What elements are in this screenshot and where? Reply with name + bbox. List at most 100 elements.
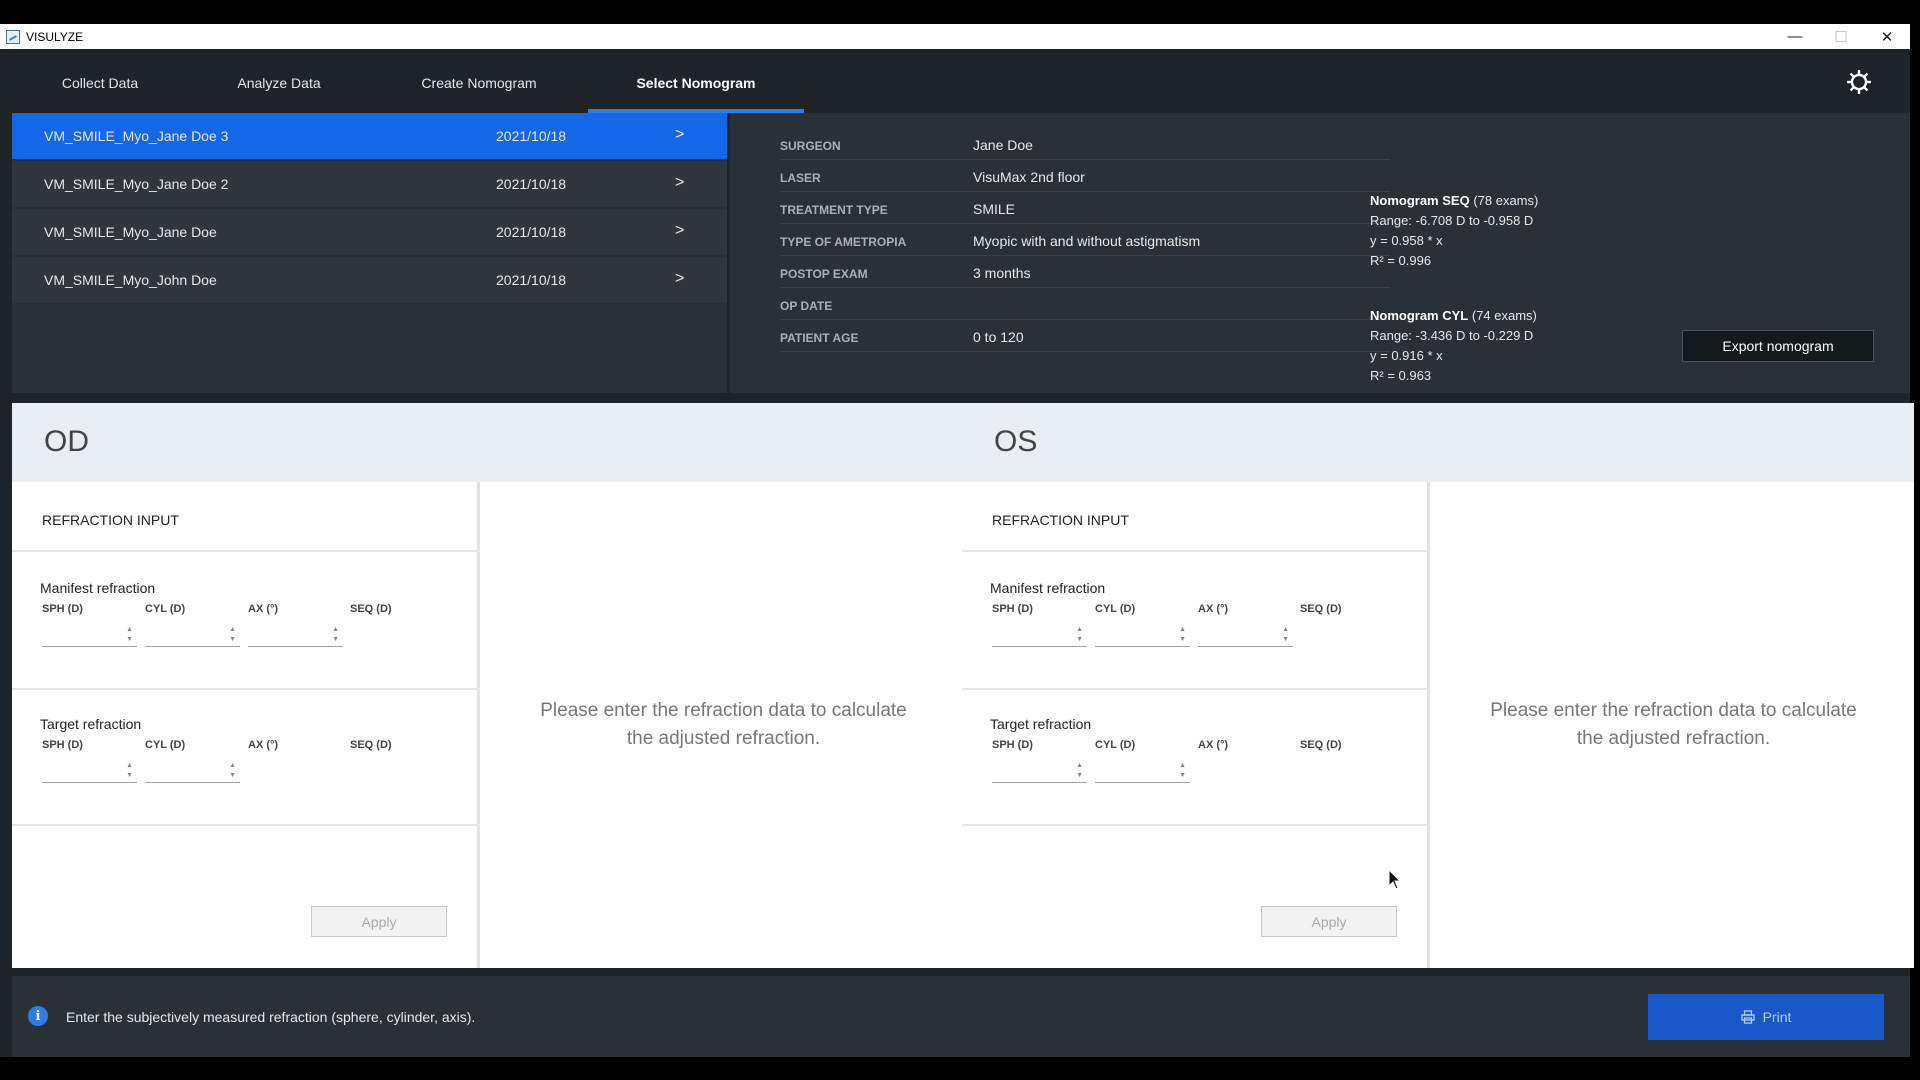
eye-title: OD: [44, 425, 89, 458]
close-icon[interactable]: ✕: [1864, 24, 1910, 49]
nomogram-list: VM_SMILE_Myo_Jane Doe 3 2021/10/18 > VM_…: [12, 113, 727, 393]
info-icon: i: [28, 1006, 48, 1026]
nomogram-date: 2021/10/18: [496, 128, 567, 144]
tab-select-nomogram[interactable]: Select Nomogram: [588, 49, 804, 113]
col-cyl-label: CYL (D): [1095, 603, 1136, 615]
manifest-sph-stepper[interactable]: ▲ ▼: [42, 623, 137, 647]
detail-label: PATIENT AGE: [780, 331, 859, 345]
target-sph-stepper[interactable]: ▲ ▼: [992, 759, 1087, 783]
window-titlebar: VISULYZE — ☐ ✕: [0, 24, 1910, 49]
detail-label: TYPE OF AMETROPIA: [780, 235, 907, 249]
main-nav: Collect Data Analyze Data Create Nomogra…: [0, 49, 1910, 113]
detail-value: 0 to 120: [973, 329, 1024, 345]
col-sph-label: SPH (D): [42, 603, 83, 615]
target-cyl-stepper[interactable]: ▲ ▼: [1095, 759, 1190, 783]
app-icon: [6, 29, 20, 44]
detail-row-surgeon: SURGEON Jane Doe: [780, 129, 1390, 160]
result-placeholder-message: Please enter the refraction data to calc…: [1490, 700, 1857, 749]
nomogram-date: 2021/10/18: [496, 272, 567, 288]
nomogram-seq-info: Nomogram SEQ (78 exams) Range: -6.708 D …: [1370, 191, 1538, 271]
nomogram-row[interactable]: VM_SMILE_Myo_John Doe 2021/10/18 >: [12, 257, 727, 303]
apply-button[interactable]: Apply: [311, 906, 447, 937]
manifest-ax-stepper[interactable]: ▲ ▼: [248, 623, 343, 647]
detail-row-treatment-type: TREATMENT TYPE SMILE: [780, 193, 1390, 224]
detail-value: Myopic with and without astigmatism: [973, 233, 1201, 249]
eye-panel-header: OD: [12, 403, 964, 482]
maximize-icon[interactable]: ☐: [1818, 24, 1864, 49]
col-seq-label: SEQ (D): [1300, 603, 1342, 615]
detail-value: Jane Doe: [973, 137, 1033, 153]
settings-gear-icon[interactable]: [1846, 69, 1872, 95]
nomogram-cyl-title: Nomogram CYL: [1370, 308, 1469, 323]
col-ax-label: AX (°): [248, 603, 279, 615]
col-ax-label: AX (°): [1198, 603, 1229, 615]
manifest-cyl-stepper[interactable]: ▲ ▼: [1095, 623, 1190, 647]
detail-label: TREATMENT TYPE: [780, 203, 888, 217]
nomogram-row[interactable]: VM_SMILE_Myo_Jane Doe 3 2021/10/18 >: [12, 113, 727, 159]
app-window: Collect Data Analyze Data Create Nomogra…: [0, 49, 1914, 1057]
manifest-sph-stepper[interactable]: ▲ ▼: [992, 623, 1087, 647]
detail-label: OP DATE: [780, 299, 833, 313]
nomogram-name: VM_SMILE_Myo_John Doe: [44, 272, 217, 288]
nomogram-seq-title: Nomogram SEQ: [1370, 193, 1470, 208]
divider: [962, 550, 1430, 552]
divider: [962, 824, 1430, 826]
nomogram-date: 2021/10/18: [496, 176, 567, 192]
detail-value: VisuMax 2nd floor: [973, 169, 1085, 185]
col-cyl-label: CYL (D): [145, 739, 186, 751]
col-sph-label: SPH (D): [992, 603, 1033, 615]
nomogram-name: VM_SMILE_Myo_Jane Doe: [44, 224, 217, 240]
refraction-input-column: REFRACTION INPUT Manifest refraction SPH…: [962, 482, 1430, 968]
col-seq-label: SEQ (D): [1300, 739, 1342, 751]
print-button[interactable]: Print: [1648, 994, 1884, 1040]
chevron-right-icon: >: [675, 270, 685, 287]
target-refraction-title: Target refraction: [40, 716, 142, 732]
nomogram-seq-r2: R² = 0.996: [1370, 253, 1432, 268]
detail-label: SURGEON: [780, 139, 841, 153]
window-controls: — ☐ ✕: [1772, 24, 1910, 49]
divider: [12, 824, 480, 826]
nomogram-row[interactable]: VM_SMILE_Myo_Jane Doe 2021/10/18 >: [12, 209, 727, 255]
minimize-icon[interactable]: —: [1772, 24, 1818, 49]
nomogram-seq-formula: y = 0.958 * x: [1370, 233, 1443, 248]
nomogram-details: SURGEON Jane Doe LASER VisuMax 2nd floor…: [730, 113, 1910, 393]
col-seq-label: SEQ (D): [350, 603, 392, 615]
detail-label: POSTOP EXAM: [780, 267, 868, 281]
nomogram-cyl-exams: (74 exams): [1471, 308, 1537, 323]
window-title: VISULYZE: [26, 29, 84, 44]
export-nomogram-button[interactable]: Export nomogram: [1682, 330, 1874, 362]
divider: [962, 688, 1430, 690]
target-sph-stepper[interactable]: ▲ ▼: [42, 759, 137, 783]
detail-row-op-date: OP DATE: [780, 289, 1390, 320]
printer-icon: [1740, 1010, 1755, 1024]
tab-collect-data[interactable]: Collect Data: [36, 49, 164, 113]
apply-button[interactable]: Apply: [1261, 906, 1397, 937]
refraction-input-title: REFRACTION INPUT: [992, 512, 1129, 528]
detail-value: 3 months: [973, 265, 1031, 281]
nomogram-row[interactable]: VM_SMILE_Myo_Jane Doe 2 2021/10/18 >: [12, 161, 727, 207]
col-cyl-label: CYL (D): [1095, 739, 1136, 751]
tab-analyze-data[interactable]: Analyze Data: [216, 49, 342, 113]
manifest-ax-stepper[interactable]: ▲ ▼: [1198, 623, 1293, 647]
chevron-right-icon: >: [675, 126, 685, 143]
result-placeholder-message: Please enter the refraction data to calc…: [540, 700, 907, 749]
nomogram-cyl-info: Nomogram CYL (74 exams) Range: -3.436 D …: [1370, 306, 1537, 386]
info-message: Enter the subjectively measured refracti…: [66, 1009, 476, 1025]
col-seq-label: SEQ (D): [350, 739, 392, 751]
nomogram-date: 2021/10/18: [496, 224, 567, 240]
adjusted-refraction-column: Please enter the refraction data to calc…: [483, 482, 964, 968]
eye-title: OS: [994, 425, 1038, 458]
target-refraction-title: Target refraction: [990, 716, 1092, 732]
detail-row-ametropia: TYPE OF AMETROPIA Myopic with and withou…: [780, 225, 1390, 256]
tab-create-nomogram[interactable]: Create Nomogram: [404, 49, 554, 113]
detail-row-laser: LASER VisuMax 2nd floor: [780, 161, 1390, 192]
manifest-cyl-stepper[interactable]: ▲ ▼: [145, 623, 240, 647]
chevron-right-icon: >: [675, 222, 685, 239]
target-cyl-stepper[interactable]: ▲ ▼: [145, 759, 240, 783]
chevron-right-icon: >: [675, 174, 685, 191]
mouse-cursor-icon: [1388, 869, 1402, 890]
adjusted-refraction-column: Please enter the refraction data to calc…: [1433, 482, 1914, 968]
print-label: Print: [1762, 1009, 1792, 1025]
col-sph-label: SPH (D): [992, 739, 1033, 751]
detail-row-patient-age: PATIENT AGE 0 to 120: [780, 321, 1390, 352]
